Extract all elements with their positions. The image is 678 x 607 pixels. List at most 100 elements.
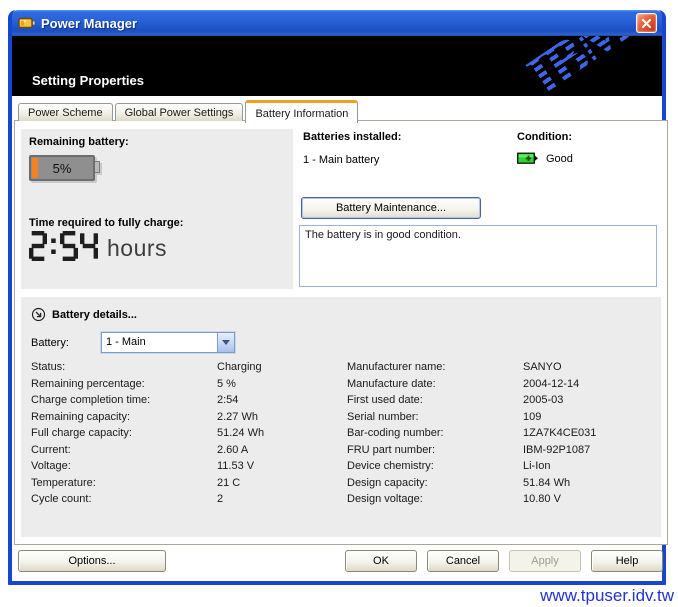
- detail-value: 10.80 V: [523, 493, 653, 505]
- detail-value: 51.84 Wh: [523, 477, 653, 489]
- ok-button[interactable]: OK: [345, 550, 417, 572]
- detail-label: Temperature:: [31, 477, 217, 489]
- close-icon: [641, 18, 652, 29]
- circle-arrow-icon: [31, 307, 46, 322]
- detail-label: Device chemistry:: [347, 460, 523, 472]
- detail-value: 11.53 V: [217, 460, 337, 472]
- title-bar[interactable]: Power Manager: [12, 10, 662, 36]
- batteries-installed-label: Batteries installed:: [303, 131, 401, 143]
- battery-select-value: 1 - Main: [102, 333, 217, 352]
- condition-message: The battery is in good condition.: [305, 229, 461, 241]
- details-column-right: Manufacturer name:SANYOManufacture date:…: [347, 359, 653, 508]
- detail-value: 109: [523, 411, 653, 423]
- green-battery-plus-icon: [517, 152, 539, 165]
- remaining-battery-panel: Remaining battery: 5% Time required to f…: [21, 129, 293, 289]
- detail-label: FRU part number:: [347, 444, 523, 456]
- tab-global-power-settings[interactable]: Global Power Settings: [115, 103, 244, 121]
- detail-row: Temperature:21 C: [31, 475, 337, 492]
- apply-button[interactable]: Apply: [509, 550, 581, 572]
- detail-label: First used date:: [347, 394, 523, 406]
- detail-value: Li-Ion: [523, 460, 653, 472]
- detail-row: Design voltage:10.80 V: [347, 491, 653, 508]
- battery-gauge: 5%: [29, 155, 95, 181]
- window-title: Power Manager: [41, 16, 137, 31]
- detail-row: Remaining percentage:5 %: [31, 376, 337, 393]
- charge-time-label: Time required to fully charge:: [29, 217, 183, 229]
- watermark: www.tpuser.idv.tw: [540, 586, 674, 606]
- detail-row: Bar-coding number:1ZA7K4CE031: [347, 425, 653, 442]
- detail-label: Remaining capacity:: [31, 411, 217, 423]
- detail-label: Full charge capacity:: [31, 427, 217, 439]
- detail-label: Manufacture date:: [347, 378, 523, 390]
- detail-value: 2004-12-14: [523, 378, 653, 390]
- battery-maintenance-button[interactable]: Battery Maintenance...: [301, 197, 481, 219]
- battery-icon: [18, 15, 36, 31]
- condition-row: Good: [517, 152, 573, 165]
- battery-details-header: Battery details...: [31, 307, 137, 322]
- detail-row: Charge completion time:2:54: [31, 392, 337, 409]
- dialog-body: Power Scheme Global Power Settings Batte…: [12, 96, 662, 577]
- battery-percent: 5%: [31, 161, 93, 176]
- detail-label: Current:: [31, 444, 217, 456]
- lcd-digits: [29, 231, 98, 261]
- battery-gauge-terminal: [95, 161, 100, 173]
- details-column-left: Status:ChargingRemaining percentage:5 %C…: [31, 359, 337, 508]
- detail-row: FRU part number:IBM-92P1087: [347, 442, 653, 459]
- detail-value: 2.27 Wh: [217, 411, 337, 423]
- detail-label: Serial number:: [347, 411, 523, 423]
- close-button[interactable]: [636, 13, 657, 33]
- detail-value: Charging: [217, 361, 337, 373]
- options-button[interactable]: Options...: [18, 550, 166, 572]
- detail-row: Full charge capacity:51.24 Wh: [31, 425, 337, 442]
- detail-row: First used date:2005-03: [347, 392, 653, 409]
- detail-label: Charge completion time:: [31, 394, 217, 406]
- detail-value: 2005-03: [523, 394, 653, 406]
- batteries-installed-value: 1 - Main battery: [303, 154, 379, 166]
- detail-label: Manufacturer name:: [347, 361, 523, 373]
- battery-gauge-fill: [32, 158, 38, 178]
- detail-value: 2:54: [217, 394, 337, 406]
- battery-select-label: Battery:: [31, 337, 69, 349]
- detail-label: Design voltage:: [347, 493, 523, 505]
- detail-label: Remaining percentage:: [31, 378, 217, 390]
- detail-label: Voltage:: [31, 460, 217, 472]
- battery-details-panel: Battery details... Battery: 1 - Main Sta…: [21, 297, 661, 537]
- detail-value: 1ZA7K4CE031: [523, 427, 653, 439]
- charge-time-display: hours: [29, 231, 167, 261]
- chevron-down-icon: [222, 340, 230, 349]
- condition-value: Good: [546, 153, 573, 165]
- detail-row: Device chemistry:Li-Ion: [347, 458, 653, 475]
- detail-row: Manufacture date:2004-12-14: [347, 376, 653, 393]
- screen: Power Manager Setting Properties IBM Pow…: [0, 0, 678, 607]
- battery-select[interactable]: 1 - Main: [101, 332, 235, 353]
- detail-value: 5 %: [217, 378, 337, 390]
- detail-row: Voltage:11.53 V: [31, 458, 337, 475]
- detail-label: Bar-coding number:: [347, 427, 523, 439]
- battery-details-title: Battery details...: [52, 309, 137, 321]
- detail-row: Status:Charging: [31, 359, 337, 376]
- detail-row: Design capacity:51.84 Wh: [347, 475, 653, 492]
- detail-label: Status:: [31, 361, 217, 373]
- battery-information-page: Remaining battery: 5% Time required to f…: [14, 120, 668, 545]
- detail-value: 21 C: [217, 477, 337, 489]
- detail-value: SANYO: [523, 361, 653, 373]
- ibm-logo: IBM: [515, 36, 641, 96]
- detail-value: IBM-92P1087: [523, 444, 653, 456]
- battery-select-dropdown-button[interactable]: [217, 333, 234, 352]
- help-button[interactable]: Help: [591, 550, 663, 572]
- detail-label: Cycle count:: [31, 493, 217, 505]
- condition-message-box: The battery is in good condition.: [299, 225, 657, 287]
- detail-label: Design capacity:: [347, 477, 523, 489]
- detail-value: 2: [217, 493, 337, 505]
- detail-row: Manufacturer name:SANYO: [347, 359, 653, 376]
- condition-label: Condition:: [517, 131, 572, 143]
- cancel-button[interactable]: Cancel: [427, 550, 499, 572]
- detail-value: 2.60 A: [217, 444, 337, 456]
- tab-power-scheme[interactable]: Power Scheme: [18, 103, 113, 121]
- tab-battery-information[interactable]: Battery Information: [245, 100, 358, 123]
- tab-strip: Power Scheme Global Power Settings Batte…: [18, 101, 360, 121]
- charge-time-unit: hours: [107, 235, 167, 261]
- detail-row: Cycle count:2: [31, 491, 337, 508]
- detail-row: Serial number:109: [347, 409, 653, 426]
- detail-row: Current:2.60 A: [31, 442, 337, 459]
